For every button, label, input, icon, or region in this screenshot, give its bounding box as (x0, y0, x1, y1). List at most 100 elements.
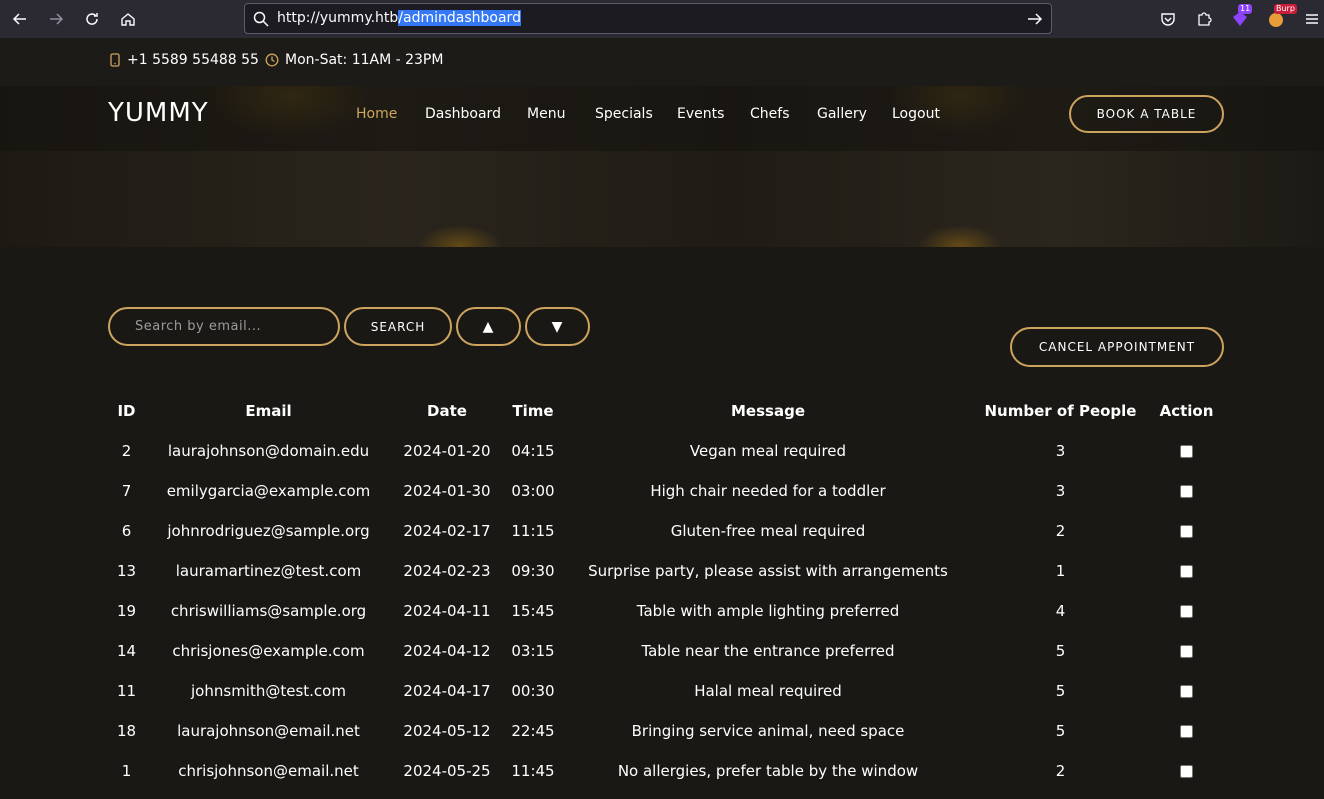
sort-ascending-button[interactable]: ▲ (456, 307, 521, 346)
cell-action (1149, 751, 1224, 791)
hours-info: Mon-Sat: 11AM - 23PM (265, 52, 443, 68)
cell-action (1149, 711, 1224, 751)
url-bar[interactable]: http://yummy.htb/admindashboard (244, 3, 1052, 34)
table-row: 2 laurajohnson@domain.edu 2024-01-20 04:15 V… (108, 431, 1224, 471)
nav-menu[interactable]: Menu (527, 106, 565, 122)
puzzle-icon (1198, 12, 1212, 26)
pocket-button[interactable] (1156, 7, 1180, 31)
site-logo[interactable]: YUMMY (108, 98, 209, 128)
cell-message: Surprise party, please assist with arran… (588, 562, 948, 580)
column-header-action: Action (1159, 402, 1214, 420)
cell-id: 7 (121, 482, 132, 500)
phone-icon (110, 53, 120, 67)
extension-foxyproxy-button[interactable]: 11 (1228, 4, 1253, 31)
clock-icon (265, 53, 279, 67)
table-row: 6 johnrodriguez@sample.org 2024-02-17 11:15… (108, 511, 1224, 551)
reload-button[interactable] (78, 5, 106, 33)
column-header-message[interactable]: Message (564, 391, 972, 431)
cell-message: Table with ample lighting preferred (636, 602, 900, 620)
cell-message: Gluten-free meal required (670, 522, 866, 540)
cell-date: 2024-01-20 (403, 442, 491, 460)
cell-email: laurajohnson@email.net (177, 722, 360, 740)
cell-date: 2024-04-17 (403, 682, 491, 700)
cell-action (1149, 551, 1224, 591)
search-email-input[interactable] (108, 307, 340, 346)
extension-burp-button[interactable]: Burp (1264, 4, 1297, 31)
hamburger-menu-icon (1306, 14, 1318, 24)
nav-home[interactable]: Home (356, 106, 397, 122)
select-appointment-checkbox[interactable] (1180, 485, 1193, 498)
table-row: 1 chrisjohnson@email.net 2024-05-25 11:45 No… (108, 751, 1224, 791)
home-button[interactable] (114, 5, 142, 33)
url-text[interactable]: http://yummy.htb/admindashboard (277, 10, 521, 26)
cell-date: 2024-01-30 (403, 482, 491, 500)
select-appointment-checkbox[interactable] (1180, 685, 1193, 698)
forward-button[interactable] (42, 5, 70, 33)
nav-dashboard[interactable]: Dashboard (425, 106, 501, 122)
column-header-id[interactable]: ID (108, 391, 145, 431)
select-appointment-checkbox[interactable] (1180, 765, 1193, 778)
column-header-time[interactable]: Time (502, 391, 564, 431)
search-icon (253, 11, 269, 27)
cell-action (1149, 591, 1224, 631)
column-header-people[interactable]: Number of People (972, 391, 1149, 431)
nav-logout[interactable]: Logout (892, 106, 940, 122)
cell-time: 11:45 (511, 762, 555, 780)
cell-id: 19 (116, 602, 137, 620)
select-appointment-checkbox[interactable] (1180, 525, 1193, 538)
cell-time: 03:00 (511, 482, 555, 500)
nav-specials[interactable]: Specials (595, 106, 653, 122)
select-appointment-checkbox[interactable] (1180, 565, 1193, 578)
select-appointment-checkbox[interactable] (1180, 605, 1193, 618)
cell-message: High chair needed for a toddler (650, 482, 886, 500)
cell-date: 2024-04-11 (403, 602, 491, 620)
nav-gallery[interactable]: Gallery (817, 106, 867, 122)
cancel-appointment-button[interactable]: CANCEL APPOINTMENT (1010, 327, 1224, 367)
cell-date: 2024-02-17 (403, 522, 491, 540)
cell-people: 2 (1055, 522, 1066, 540)
cell-time: 15:45 (511, 602, 555, 620)
cell-email: chrisjones@example.com (172, 642, 365, 660)
sort-descending-button[interactable]: ▼ (525, 307, 590, 346)
cell-people: 2 (1055, 762, 1066, 780)
cell-people: 3 (1055, 442, 1066, 460)
app-menu-button[interactable] (1300, 7, 1324, 31)
cell-email: johnrodriguez@sample.org (167, 522, 370, 540)
cell-time: 04:15 (511, 442, 555, 460)
table-row: 18 laurajohnson@email.net 2024-05-12 22:45 B… (108, 711, 1224, 751)
nav-events[interactable]: Events (677, 106, 724, 122)
browser-toolbar: http://yummy.htb/admindashboard 11 Burp (0, 0, 1324, 38)
cell-people: 5 (1055, 682, 1066, 700)
extension-badge-burp: Burp (1274, 4, 1297, 14)
cell-action (1149, 431, 1224, 471)
select-appointment-checkbox[interactable] (1180, 725, 1193, 738)
cell-id: 18 (116, 722, 137, 740)
column-header-email[interactable]: Email (145, 391, 392, 431)
cell-id: 6 (121, 522, 132, 540)
admin-dashboard: SEARCH ▲ ▼ CANCEL APPOINTMENT ID Email D… (0, 247, 1324, 799)
select-appointment-checkbox[interactable] (1180, 645, 1193, 658)
pocket-icon (1161, 13, 1175, 26)
cell-id: 1 (121, 762, 132, 780)
go-arrow-icon[interactable] (1025, 9, 1045, 29)
cell-action (1149, 471, 1224, 511)
cell-date: 2024-04-12 (403, 642, 491, 660)
cell-email: chrisjohnson@email.net (178, 762, 359, 780)
column-header-date[interactable]: Date (392, 391, 502, 431)
book-table-button[interactable]: BOOK A TABLE (1069, 95, 1224, 133)
cell-message: Table near the entrance preferred (641, 642, 895, 660)
cell-message: Halal meal required (694, 682, 842, 700)
table-row: 14 chrisjones@example.com 2024-04-12 03:15 T… (108, 631, 1224, 671)
appointments-table: ID Email Date Time Message Number of Peo… (108, 391, 1224, 791)
nav-chefs[interactable]: Chefs (750, 106, 789, 122)
table-row: 19 chriswilliams@sample.org 2024-04-11 15:4… (108, 591, 1224, 631)
select-appointment-checkbox[interactable] (1180, 445, 1193, 458)
url-host: http://yummy.htb (277, 10, 399, 26)
search-button[interactable]: SEARCH (344, 307, 452, 346)
cell-id: 11 (116, 682, 137, 700)
back-button[interactable] (6, 5, 34, 33)
phone-number: +1 5589 55488 55 (127, 52, 259, 68)
extensions-button[interactable] (1192, 7, 1216, 31)
home-icon (121, 13, 135, 26)
cell-action (1149, 511, 1224, 551)
